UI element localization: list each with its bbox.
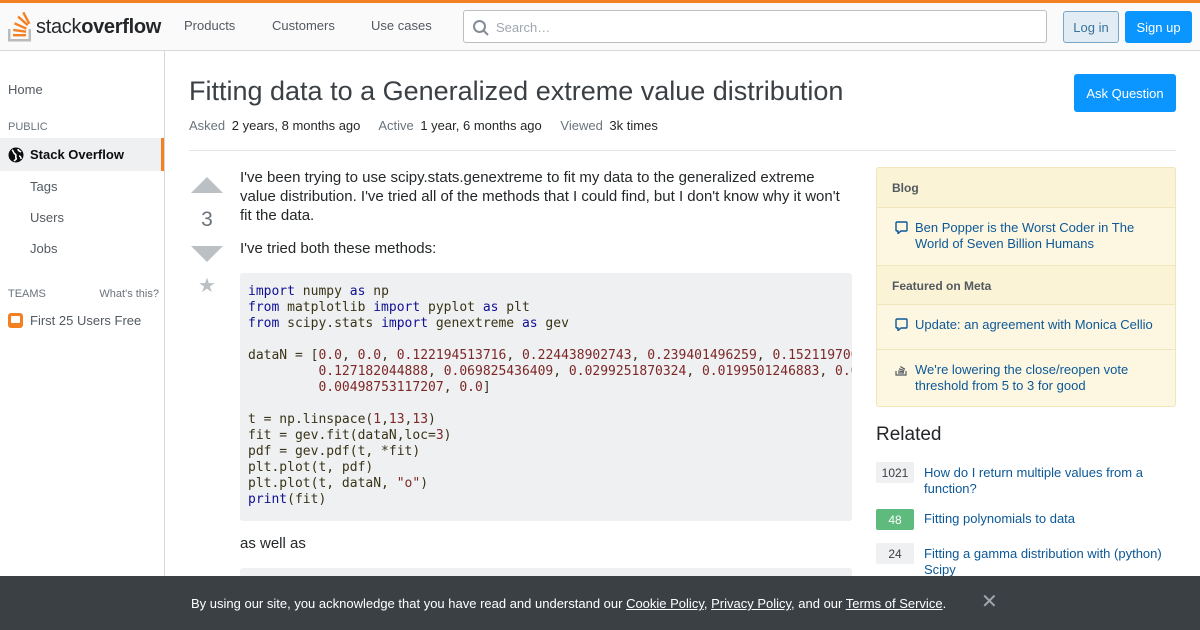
sidebar-item-jobs[interactable]: Jobs	[30, 241, 57, 256]
cookie-banner: By using our site, you acknowledge that …	[0, 576, 1200, 630]
sidebar-item-users[interactable]: Users	[30, 210, 64, 225]
active-label: Active	[378, 118, 414, 133]
signup-button[interactable]: Sign up	[1125, 11, 1192, 43]
vote-count: 3	[201, 208, 213, 231]
nav-customers[interactable]: Customers	[272, 18, 335, 33]
stack-logo-icon	[895, 365, 907, 376]
blog-header: Blog	[877, 168, 1175, 208]
related-link[interactable]: Fitting a gamma distribution with (pytho…	[924, 546, 1174, 578]
close-icon[interactable]: ✕	[981, 592, 998, 612]
active-value[interactable]: 1 year, 6 months ago	[420, 118, 541, 133]
related-score: 24	[876, 543, 914, 564]
cookie-policy-link[interactable]: Cookie Policy	[626, 596, 704, 611]
divider	[189, 150, 1176, 151]
nav-use-cases[interactable]: Use cases	[371, 18, 432, 33]
post-paragraph: as well as	[240, 535, 306, 552]
stack-logo-icon	[8, 12, 31, 42]
logo-text: stackoverflow	[36, 15, 162, 38]
meta-link[interactable]: We're lowering the close/reopen vote thr…	[915, 362, 1155, 394]
downvote-button[interactable]	[191, 246, 223, 262]
login-button[interactable]: Log in	[1063, 11, 1119, 43]
blog-widget: Blog Ben Popper is the Worst Coder in Th…	[876, 167, 1176, 407]
favorite-star-icon[interactable]: ★	[198, 276, 216, 296]
viewed-label: Viewed	[560, 118, 603, 133]
viewed-value: 3k times	[609, 118, 658, 133]
asked-value: 2 years, 8 months ago	[231, 118, 361, 133]
sidebar-section-public: PUBLIC	[8, 121, 48, 133]
sidebar-section-teams: TEAMS	[8, 288, 46, 300]
code-data-line: dataN = [0.0, 0.0, 0.122194513716, 0.224…	[248, 348, 852, 363]
related-link[interactable]: Fitting polynomials to data	[924, 511, 1174, 527]
related-score: 48	[876, 509, 914, 530]
search-box[interactable]	[463, 10, 1047, 43]
sidebar-item-tags[interactable]: Tags	[30, 179, 57, 194]
terms-of-service-link[interactable]: Terms of Service	[846, 596, 943, 611]
sidebar-item-label: Stack Overflow	[30, 147, 124, 162]
whats-this-link[interactable]: What's this?	[99, 288, 159, 300]
question-title[interactable]: Fitting data to a Generalized extreme va…	[189, 76, 843, 107]
sidebar-item-stack-overflow[interactable]: Stack Overflow	[0, 138, 164, 171]
meta-link[interactable]: Update: an agreement with Monica Cellio	[915, 317, 1155, 333]
chat-bubble-icon	[895, 318, 908, 331]
top-bar: stackoverflow Products Customers Use cas…	[0, 0, 1200, 51]
blog-link[interactable]: Ben Popper is the Worst Coder in The Wor…	[915, 220, 1155, 252]
stackoverflow-logo[interactable]: stackoverflow	[8, 11, 161, 43]
search-input[interactable]	[496, 17, 1036, 37]
code-text: import numpy as np from matplotlib impor…	[248, 284, 852, 508]
ask-question-button[interactable]: Ask Question	[1074, 74, 1176, 112]
chat-bubble-icon	[895, 221, 908, 234]
post-paragraph: I've been trying to use scipy.stats.gene…	[240, 169, 840, 224]
cookie-text: By using our site, you acknowledge that …	[191, 596, 947, 611]
related-title: Related	[876, 424, 942, 445]
question-meta: Asked 2 years, 8 months ago Active 1 yea…	[189, 118, 673, 133]
teams-icon	[8, 313, 23, 328]
post-paragraph: I've tried both these methods:	[240, 240, 437, 257]
left-sidebar: Home PUBLIC Stack Overflow Tags Users Jo…	[0, 51, 165, 630]
featured-meta-header: Featured on Meta	[877, 265, 1175, 305]
code-data-line: 0.127182044888, 0.069825436409, 0.029925…	[318, 364, 852, 379]
related-link[interactable]: How do I return multiple values from a f…	[924, 465, 1174, 497]
sidebar-item-home[interactable]: Home	[8, 82, 43, 97]
asked-label: Asked	[189, 118, 226, 133]
code-block: import numpy as np from matplotlib impor…	[240, 273, 852, 521]
sidebar-item-label: First 25 Users Free	[30, 313, 142, 328]
privacy-policy-link[interactable]: Privacy Policy	[711, 596, 791, 611]
nav-products[interactable]: Products	[184, 18, 235, 33]
code-data-line: 0.00498753117207, 0.0]	[318, 380, 491, 395]
globe-icon	[8, 147, 24, 162]
related-score: 1021	[876, 462, 914, 483]
divider	[877, 349, 1175, 350]
search-icon	[473, 20, 489, 36]
upvote-button[interactable]	[191, 177, 223, 193]
sidebar-item-teams-free[interactable]: First 25 Users Free	[8, 313, 141, 328]
